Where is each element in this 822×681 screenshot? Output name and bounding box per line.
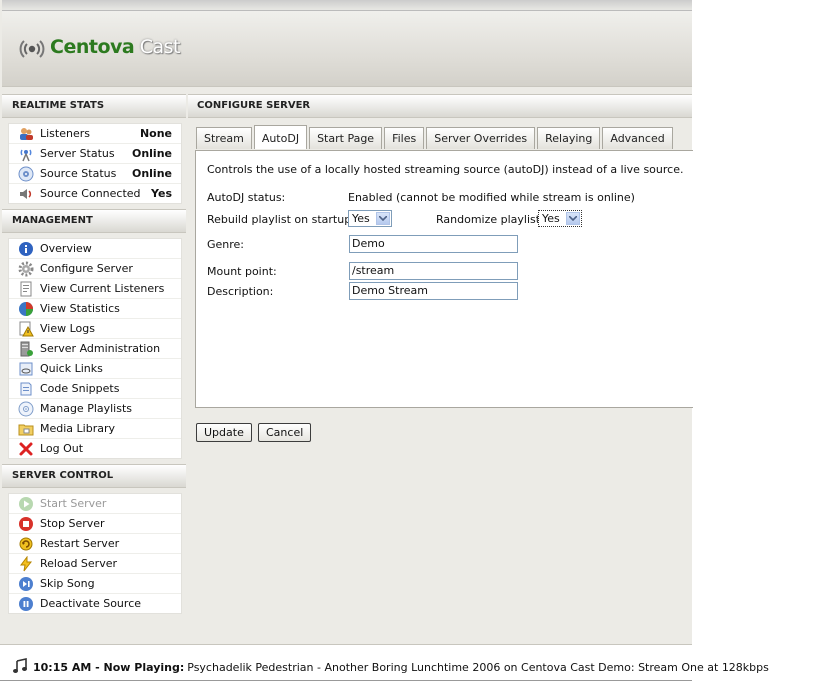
main-content: CONFIGURE SERVER Stream AutoDJ Start Pag… [188,94,693,454]
genre-label: Genre: [207,238,245,251]
tab-files[interactable]: Files [384,127,425,149]
rebuild-playlist-select[interactable]: Yes [348,210,392,227]
randomize-playlist-label: Randomize playlist: [436,213,544,226]
server-control-heading: SERVER CONTROL [2,464,186,488]
speaker-icon [18,186,34,202]
now-playing-bar: 10:15 AM - Now Playing: Psychadelik Pede… [0,644,769,681]
restart-icon [18,536,34,552]
control-start-server[interactable]: Start Server [9,494,181,514]
stop-icon [18,516,34,532]
control-stop-server[interactable]: Stop Server [9,514,181,534]
server-status-icon [18,146,34,162]
page-title: CONFIGURE SERVER [188,94,692,118]
app-frame: Centova Cast REALTIME STATS Listeners No… [0,0,769,681]
now-playing-time: 10:15 AM - Now Playing: [33,661,185,674]
lightning-icon [18,555,34,572]
music-note-icon [12,658,28,677]
header-top-strip [2,0,692,11]
menu-manage-playlists[interactable]: Manage Playlists [9,399,181,419]
control-skip-song[interactable]: Skip Song [9,574,181,594]
info-icon [18,241,34,257]
code-icon [18,381,34,397]
description-label: Description: [207,285,274,298]
server-control-menu: Start Server Stop Server Restart Server … [8,493,182,614]
tab-start-page[interactable]: Start Page [309,127,383,149]
cancel-button[interactable]: Cancel [258,423,312,442]
tab-advanced[interactable]: Advanced [602,127,673,149]
listeners-icon [18,126,34,142]
autodj-status-value: Enabled (cannot be modified while stream… [348,191,635,204]
skip-icon [18,576,34,592]
description-input[interactable]: Demo Stream [349,282,518,300]
stat-source-status: Source Status Online [9,164,181,184]
menu-view-logs[interactable]: View Logs [9,319,181,339]
folder-icon [18,421,34,437]
links-icon [18,361,34,377]
pause-icon [18,596,34,612]
source-status-icon [18,166,34,182]
management-menu: Overview Configure Server View Current L… [8,238,182,459]
tab-stream[interactable]: Stream [196,127,252,149]
realtime-stats-heading: REALTIME STATS [2,94,186,118]
logo-text: Centova Cast [50,36,181,58]
now-playing-content: 10:15 AM - Now Playing: Psychadelik Pede… [12,658,769,677]
autodj-panel: Controls the use of a locally hosted str… [195,150,693,408]
stat-server-status: Server Status Online [9,144,181,164]
control-restart-server[interactable]: Restart Server [9,534,181,554]
control-deactivate-source[interactable]: Deactivate Source [9,594,181,613]
management-heading: MANAGEMENT [2,209,186,233]
menu-quick-links[interactable]: Quick Links [9,359,181,379]
menu-code-snippets[interactable]: Code Snippets [9,379,181,399]
menu-log-out[interactable]: Log Out [9,439,181,458]
header: Centova Cast [2,0,692,87]
mount-point-input[interactable]: /stream [349,262,518,280]
now-playing-track: Psychadelik Pedestrian - Another Boring … [187,661,769,674]
chevron-down-icon [376,212,390,225]
sidebar: REALTIME STATS Listeners None Server Sta… [2,94,186,619]
log-warning-icon [18,321,34,337]
pie-chart-icon [18,301,34,317]
menu-media-library[interactable]: Media Library [9,419,181,439]
mount-point-label: Mount point: [207,265,277,278]
tab-bar: Stream AutoDJ Start Page Files Server Ov… [196,125,675,149]
playlist-icon [18,401,34,417]
update-button[interactable]: Update [196,423,252,442]
tab-autodj[interactable]: AutoDJ [253,125,308,149]
menu-view-statistics[interactable]: View Statistics [9,299,181,319]
autodj-status-label: AutoDJ status: [207,191,286,204]
menu-configure-server[interactable]: Configure Server [9,259,181,279]
genre-input[interactable]: Demo [349,235,518,253]
server-admin-icon [18,341,34,357]
logout-icon [18,441,34,457]
document-icon [18,281,34,297]
randomize-playlist-select[interactable]: Yes [538,210,582,227]
tab-server-overrides[interactable]: Server Overrides [426,127,536,149]
stat-source-connected: Source Connected Yes [9,184,181,203]
logo: Centova Cast [18,31,181,63]
menu-server-administration[interactable]: Server Administration [9,339,181,359]
realtime-stats-box: Listeners None Server Status Online Sour… [8,123,182,204]
autodj-description: Controls the use of a locally hosted str… [207,163,684,176]
play-icon [18,496,34,512]
broadcast-logo-icon [19,40,45,58]
tab-relaying[interactable]: Relaying [537,127,601,149]
menu-view-current-listeners[interactable]: View Current Listeners [9,279,181,299]
chevron-down-icon [566,212,580,225]
control-reload-server[interactable]: Reload Server [9,554,181,574]
gear-icon [18,261,34,277]
rebuild-playlist-label: Rebuild playlist on startup: [207,213,355,226]
menu-overview[interactable]: Overview [9,239,181,259]
stat-listeners: Listeners None [9,124,181,144]
